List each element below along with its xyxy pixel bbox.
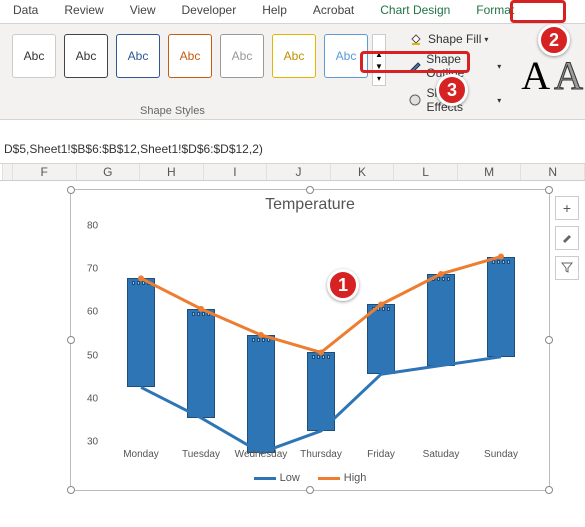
tab-view[interactable]: View [117,0,169,23]
resize-handle[interactable] [545,486,553,494]
resize-handle[interactable] [545,186,553,194]
legend-low: Low [254,472,300,484]
effects-icon [408,93,423,107]
shape-style-4[interactable]: Abc [168,34,212,78]
resize-handle[interactable] [545,336,553,344]
tab-format[interactable]: Format [463,0,527,23]
ytick: 30 [87,437,98,448]
resize-handle[interactable] [306,486,314,494]
tab-review[interactable]: Review [51,0,116,23]
xtick: Wednesday [235,449,288,460]
ribbon: Abc Abc Abc Abc Abc Abc Abc ▲▼▾ Shape Fi… [0,24,585,120]
chart-filters-button[interactable] [555,256,579,280]
col-G[interactable]: G [77,164,141,180]
brush-icon [560,230,574,247]
shape-style-7[interactable]: Abc [324,34,368,78]
formula-bar[interactable]: D$5,Sheet1!$B$6:$B$12,Sheet1!$D$6:$D$12,… [0,120,585,164]
tab-acrobat[interactable]: Acrobat [300,0,367,23]
xtick: Satuday [423,449,460,460]
shape-style-6[interactable]: Abc [272,34,316,78]
chevron-down-icon: ▾ [484,35,488,44]
col-K[interactable]: K [331,164,395,180]
ytick: 40 [87,393,98,404]
tab-developer[interactable]: Developer [169,0,250,23]
ytick: 70 [87,264,98,275]
chart-plot-area[interactable]: 80 70 60 50 40 30 MondayTuesdayWednesday… [111,226,529,442]
shape-styles-group-label: Shape Styles [140,105,205,117]
shape-fill-label: Shape Fill [428,32,481,46]
xtick: Sunday [484,449,518,460]
chart-elements-button[interactable]: + [555,196,579,220]
worksheet-grid[interactable]: Temperature 80 70 60 50 40 30 MondayTues… [0,181,585,521]
col-J[interactable]: J [267,164,331,180]
ribbon-tabs: Data Review View Developer Help Acrobat … [0,0,585,24]
resize-handle[interactable] [67,486,75,494]
chart-styles-button[interactable] [555,226,579,250]
chart-object[interactable]: Temperature 80 70 60 50 40 30 MondayTues… [70,189,550,491]
col-I[interactable]: I [204,164,268,180]
resize-handle[interactable] [306,186,314,194]
callout-badge-1: 1 [327,269,359,301]
chart-legend[interactable]: Low High [71,472,549,484]
callout-badge-3: 3 [436,74,468,106]
chart-title[interactable]: Temperature [71,196,549,214]
ytick: 50 [87,350,98,361]
chevron-down-icon: ▾ [497,62,501,71]
callout-badge-2: 2 [538,24,570,56]
col-N[interactable]: N [521,164,585,180]
chart-side-buttons: + [555,196,579,280]
pen-outline-icon [408,59,422,73]
wordart-a1: A [521,52,550,99]
resize-handle[interactable] [67,186,75,194]
xtick: Monday [123,449,159,460]
ytick: 60 [87,307,98,318]
wordart-a2: A [554,52,583,99]
resize-handle[interactable] [67,336,75,344]
shape-fill-button[interactable]: Shape Fill ▾ [404,30,505,48]
xtick: Thursday [300,449,342,460]
tab-data[interactable]: Data [0,0,51,23]
plus-icon: + [563,200,571,216]
chart-lines [111,226,529,442]
shape-style-1[interactable]: Abc [12,34,56,78]
col-M[interactable]: M [458,164,522,180]
xtick: Friday [367,449,395,460]
col-H[interactable]: H [140,164,204,180]
ytick: 80 [87,221,98,232]
col-F[interactable]: F [13,164,77,180]
shape-style-3[interactable]: Abc [116,34,160,78]
funnel-icon [560,260,574,277]
shape-styles-more[interactable]: ▲▼▾ [372,34,386,86]
col-L[interactable]: L [394,164,458,180]
column-headers: F G H I J K L M N [0,164,585,181]
legend-high: High [318,472,367,484]
shape-style-5[interactable]: Abc [220,34,264,78]
tab-chart-design[interactable]: Chart Design [367,0,463,23]
xtick: Tuesday [182,449,220,460]
tab-help[interactable]: Help [249,0,300,23]
col-corner [2,164,13,180]
paint-bucket-icon [408,32,424,46]
shape-style-2[interactable]: Abc [64,34,108,78]
chevron-down-icon: ▾ [497,96,501,105]
